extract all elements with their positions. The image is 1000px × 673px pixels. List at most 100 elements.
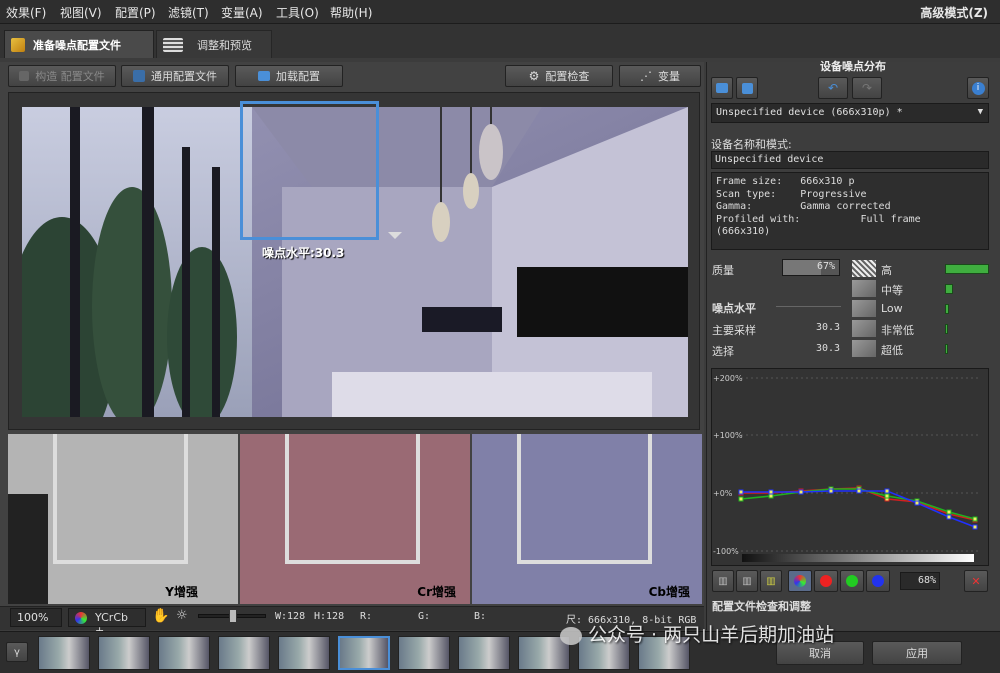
wand-icon	[19, 71, 30, 81]
undo-button[interactable]: ↶	[818, 77, 848, 99]
watermark-text: 公众号 · 两只山羊后期加油站	[588, 624, 835, 646]
info-line: Scan type: Progressive	[716, 188, 867, 200]
close-icon: ✕	[971, 574, 981, 588]
red-dot-icon	[820, 575, 832, 587]
curve-point[interactable]	[972, 524, 978, 530]
histogram-alt-icon[interactable]: ▥	[736, 570, 758, 592]
folder-icon	[716, 83, 728, 93]
device-noise-title: 设备噪点分布	[820, 60, 886, 73]
height-readout: H:128	[314, 611, 345, 622]
tab-prepare-profile[interactable]: 准备噪点配置文件	[4, 30, 154, 58]
width-readout: W:128	[275, 611, 306, 622]
all-channels-button[interactable]	[788, 570, 812, 592]
g-readout: G:	[418, 611, 431, 622]
watermark: 公众号 · 两只山羊后期加油站	[560, 620, 834, 647]
filmstrip-thumbnail[interactable]	[398, 636, 450, 670]
curve-point[interactable]	[768, 489, 774, 495]
menu-view[interactable]: 视图(V)	[60, 4, 102, 21]
curve-point[interactable]	[798, 489, 804, 495]
quality-field[interactable]: 67%	[782, 259, 840, 276]
button-label: 变量	[658, 70, 680, 83]
menu-effects[interactable]: 效果(F)	[6, 4, 46, 21]
info-line: Frame size: 666x310 p	[716, 176, 855, 187]
brightness-icon[interactable]: ☼	[176, 608, 188, 623]
generic-profile-button[interactable]: 通用配置文件	[121, 65, 229, 87]
delete-button[interactable]: ✕	[964, 570, 988, 592]
noise-curve-chart[interactable]: +200% +100% +0% -100%	[711, 368, 989, 566]
curve-point[interactable]	[828, 488, 834, 494]
filmstrip-thumbnail[interactable]	[458, 636, 510, 670]
sample-box	[285, 434, 420, 564]
r-readout: R:	[360, 611, 373, 622]
blue-dot-icon	[872, 575, 884, 587]
redo-button[interactable]: ↷	[852, 77, 882, 99]
noise-level-legend-label: 非常低	[881, 324, 914, 337]
histogram-icon[interactable]: ▥	[712, 570, 734, 592]
save-button[interactable]	[736, 77, 758, 99]
green-dot-icon	[846, 575, 858, 587]
apply-button[interactable]: 应用	[872, 641, 962, 665]
quality-label: 质量	[712, 264, 734, 277]
colorspace-select[interactable]: YCrCb +	[68, 608, 146, 637]
menu-bar: 效果(F) 视图(V) 配置(P) 滤镜(T) 变量(A) 工具(O) 帮助(H…	[0, 0, 1000, 24]
noise-level-bar	[945, 304, 949, 314]
device-select-value: Unspecified device (666x310p) *	[716, 107, 903, 118]
curve-point[interactable]	[914, 500, 920, 506]
blue-channel-button[interactable]	[866, 570, 890, 592]
curve-point[interactable]	[946, 514, 952, 520]
y-tick-label: +0%	[713, 489, 733, 498]
green-channel-button[interactable]	[840, 570, 864, 592]
info-button[interactable]: i	[967, 77, 989, 99]
curve-point[interactable]	[738, 496, 744, 502]
sample-box	[517, 434, 652, 564]
y-tick-label: +100%	[713, 431, 743, 440]
y-tick-label: -100%	[713, 547, 739, 556]
menu-advanced-mode[interactable]: 高级模式(Z)	[920, 4, 988, 21]
redo-icon: ↷	[861, 81, 873, 95]
curve-point[interactable]	[884, 493, 890, 499]
curve-point[interactable]	[738, 489, 744, 495]
zoom-select[interactable]: 100%	[10, 608, 62, 627]
curve-point[interactable]	[856, 488, 862, 494]
channel-cr-preview[interactable]: Cr增强	[240, 434, 470, 604]
auto-profile-button[interactable]: 构造 配置文件	[8, 65, 116, 87]
noise-level-legend-label: Low	[881, 302, 903, 315]
hand-icon[interactable]: ✋	[152, 608, 169, 624]
menu-variables[interactable]: 变量(A)	[221, 4, 263, 21]
variables-button[interactable]: ⋰ 变量	[619, 65, 701, 87]
menu-tools[interactable]: 工具(O)	[276, 4, 319, 21]
device-name-value: Unspecified device	[715, 154, 824, 165]
menu-filter[interactable]: 滤镜(T)	[168, 4, 209, 21]
channel-cb-preview[interactable]: Cb增强	[472, 434, 702, 604]
curve-point[interactable]	[946, 509, 952, 515]
filmstrip-thumbnail[interactable]	[278, 636, 330, 670]
device-select[interactable]: Unspecified device (666x310p) * ▼	[711, 103, 989, 123]
channel-label: Y增强	[165, 585, 198, 599]
noise-level-bar	[945, 264, 989, 274]
menu-help[interactable]: 帮助(H)	[330, 4, 372, 21]
curve-point[interactable]	[972, 516, 978, 522]
zoom-value: 100%	[17, 611, 49, 624]
sample-selection-box[interactable]	[240, 101, 379, 240]
open-folder-button[interactable]	[711, 77, 733, 99]
load-profile-button[interactable]: 加载配置	[235, 65, 343, 87]
slider-handle[interactable]	[229, 609, 237, 623]
filmstrip-thumbnail[interactable]	[38, 636, 90, 670]
red-channel-button[interactable]	[814, 570, 838, 592]
curve-point[interactable]	[884, 488, 890, 494]
percent-field[interactable]: 68%	[900, 572, 940, 590]
filmstrip-thumbnail[interactable]	[98, 636, 150, 670]
chevron-down-icon[interactable]	[388, 232, 402, 239]
chart-icon[interactable]: ▥	[760, 570, 782, 592]
tab-adjust-preview[interactable]: 调整和预览	[156, 30, 272, 58]
profile-check-button[interactable]: ⚙ 配置检查	[505, 65, 613, 87]
filter-menu-button[interactable]: γ	[6, 642, 28, 662]
filmstrip-thumbnail[interactable]	[218, 636, 270, 670]
device-name-field[interactable]: Unspecified device	[711, 151, 989, 169]
menu-profile[interactable]: 配置(P)	[115, 4, 156, 21]
noise-level-heading: 噪点水平	[712, 302, 756, 315]
channel-y-preview[interactable]: Y增强	[8, 434, 238, 604]
curve-point[interactable]	[768, 493, 774, 499]
filmstrip-thumbnail[interactable]	[338, 636, 390, 670]
filmstrip-thumbnail[interactable]	[158, 636, 210, 670]
